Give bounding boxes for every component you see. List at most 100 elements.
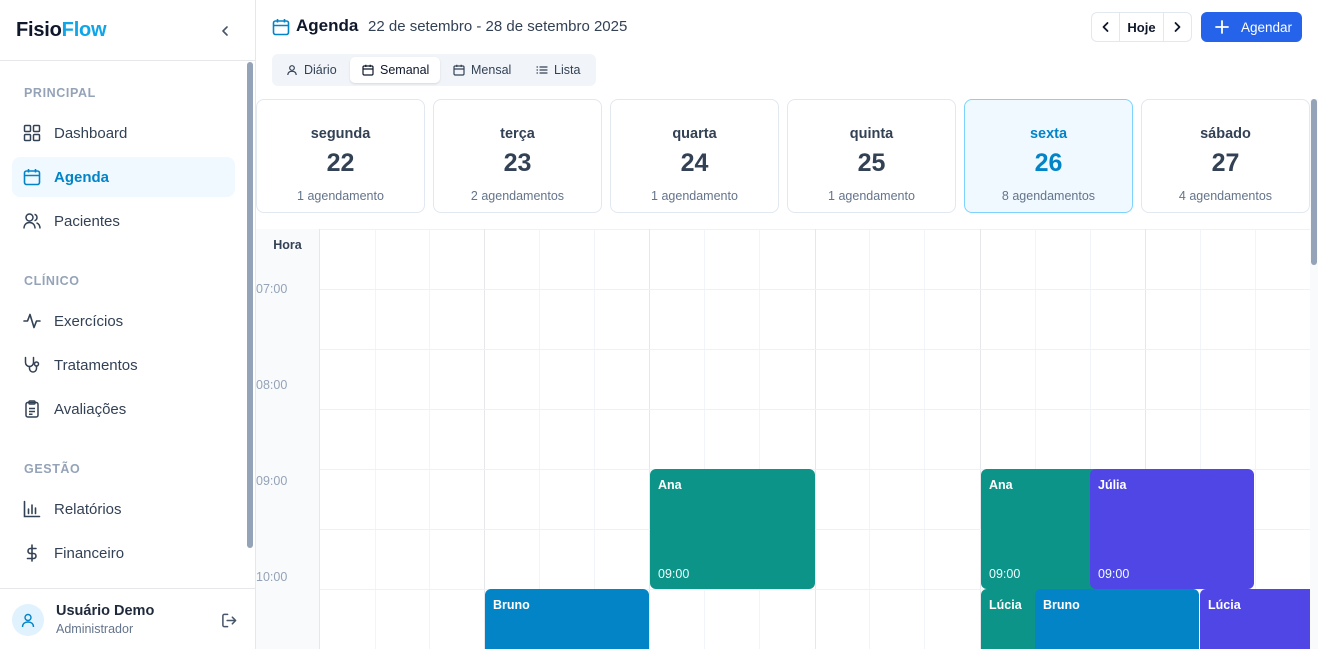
main-scrollbar[interactable] — [1310, 99, 1318, 649]
appointment-card[interactable]: Júlia 09:00 — [1090, 469, 1254, 589]
sidebar-item-exercicios[interactable]: Exercícios — [12, 301, 235, 341]
appointment-count: 1 agendamento — [828, 189, 915, 203]
hour-label: 07:00 — [256, 282, 288, 296]
user-icon — [21, 613, 35, 628]
page-title: Agenda — [296, 16, 359, 35]
day-card-terca[interactable]: terça 23 2 agendamentos — [433, 99, 602, 213]
grid-day-line — [484, 229, 485, 649]
next-week-button[interactable] — [1164, 13, 1191, 41]
calendar-icon — [272, 19, 290, 36]
calendar-icon — [362, 64, 374, 76]
grid-subcolumn-line — [375, 229, 376, 649]
tab-label: Mensal — [471, 63, 512, 77]
appointment-count: 1 agendamento — [651, 189, 738, 203]
grid-subcolumn-line — [869, 229, 870, 649]
sidebar-item-label: Dashboard — [54, 124, 128, 142]
section-label-gestao: GESTÃO — [24, 462, 81, 476]
day-card-sabado[interactable]: sábado 27 4 agendamentos — [1141, 99, 1310, 213]
user-name: Usuário Demo — [56, 603, 155, 619]
appointment-count: 1 agendamento — [297, 189, 384, 203]
appointment-count: 4 agendamentos — [1178, 189, 1273, 203]
day-card-segunda[interactable]: segunda 22 1 agendamento — [256, 99, 425, 213]
grid-hour-line — [320, 289, 1310, 290]
date-range: 22 de setembro - 28 de setembro 2025 — [368, 18, 628, 35]
previous-week-button[interactable] — [1092, 13, 1119, 41]
appointment-time: 09:00 — [1098, 567, 1130, 581]
appointment-count: 2 agendamentos — [470, 189, 565, 203]
calendar-icon — [453, 64, 465, 76]
appointment-card[interactable]: Ana 09:00 — [650, 469, 815, 589]
grid-top-border — [256, 229, 1310, 230]
patient-name: Lúcia — [1208, 598, 1241, 612]
brand-divider — [0, 60, 255, 61]
day-date: 27 — [1211, 149, 1240, 177]
sidebar-item-label: Avaliações — [54, 400, 127, 418]
sidebar-item-avaliacoes[interactable]: Avaliações — [12, 389, 235, 429]
appointment-count: 8 agendamentos — [1001, 189, 1096, 203]
day-date: 24 — [680, 149, 709, 177]
day-name: segunda — [310, 126, 371, 142]
patient-name: Lúcia — [989, 598, 1022, 612]
grid-subcolumn-line — [594, 229, 595, 649]
patient-name: Ana — [658, 478, 682, 492]
new-appointment-button[interactable]: Agendar — [1201, 12, 1302, 42]
grid-icon — [22, 123, 42, 143]
tab-lista[interactable]: Lista — [524, 57, 588, 83]
brand-name-part1: Fisio — [16, 19, 62, 41]
bar-chart-icon — [22, 499, 42, 519]
day-name: quinta — [849, 126, 894, 142]
sidebar-item-agenda[interactable]: Agenda — [12, 157, 235, 197]
logout-button[interactable] — [219, 610, 239, 630]
patient-name: Bruno — [1043, 598, 1080, 612]
sidebar: FisioFlow PRINCIPAL Dashboard Agenda Pac… — [0, 0, 256, 649]
tab-label: Semanal — [380, 63, 430, 77]
tab-diario[interactable]: Diário — [274, 57, 345, 83]
grid-hour-line — [320, 409, 1310, 410]
grid-day-line — [815, 229, 816, 649]
patient-name: Bruno — [493, 598, 530, 612]
patient-name: Ana — [989, 478, 1013, 492]
grid-subcolumn-line — [539, 229, 540, 649]
day-date: 25 — [857, 149, 886, 177]
sidebar-item-label: Pacientes — [54, 212, 120, 230]
hour-label: 08:00 — [256, 378, 288, 392]
clipboard-icon — [22, 399, 42, 419]
day-card-sexta[interactable]: sexta 26 8 agendamentos — [964, 99, 1133, 213]
brand-logo[interactable]: FisioFlow — [16, 19, 107, 42]
view-tabs: Diário Semanal Mensal Lista — [272, 54, 596, 86]
chevron-left-icon — [1102, 22, 1109, 32]
day-date: 22 — [326, 149, 355, 177]
sidebar-item-pacientes[interactable]: Pacientes — [12, 201, 235, 241]
hour-column: Hora 07:00 08:00 09:00 10:00 — [256, 229, 320, 649]
collapse-sidebar-button[interactable] — [214, 20, 236, 42]
sidebar-item-label: Tratamentos — [54, 356, 138, 374]
sidebar-item-financeiro[interactable]: Financeiro — [12, 533, 235, 573]
sidebar-item-relatorios[interactable]: Relatórios — [12, 489, 235, 529]
day-name: sábado — [1200, 126, 1251, 142]
grid-half-hour-line — [320, 349, 1310, 350]
plus-icon — [1215, 20, 1229, 34]
calendar-icon — [22, 167, 42, 187]
sidebar-scrollbar[interactable] — [247, 62, 253, 548]
tab-mensal[interactable]: Mensal — [441, 57, 519, 83]
day-card-quarta[interactable]: quarta 24 1 agendamento — [610, 99, 779, 213]
day-card-quinta[interactable]: quinta 25 1 agendamento — [787, 99, 956, 213]
sidebar-item-tratamentos[interactable]: Tratamentos — [12, 345, 235, 385]
avatar[interactable] — [12, 604, 44, 636]
appointment-card[interactable]: Lúcia — [1200, 589, 1310, 649]
appointment-card[interactable]: Bruno — [485, 589, 649, 649]
scrollbar-thumb[interactable] — [1311, 99, 1317, 265]
dollar-icon — [22, 543, 42, 563]
week-time-grid: Hora 07:00 08:00 09:00 10:00 Ana 09:00 A… — [256, 229, 1310, 649]
grid-subcolumn-line — [429, 229, 430, 649]
sidebar-item-label: Relatórios — [54, 500, 122, 518]
appointment-card[interactable]: Bruno — [1035, 589, 1199, 649]
grid-subcolumn-line — [1255, 229, 1256, 649]
grid-subcolumn-line — [924, 229, 925, 649]
tab-semanal[interactable]: Semanal — [350, 57, 440, 83]
sidebar-item-label: Financeiro — [54, 544, 125, 562]
today-button[interactable]: Hoje — [1119, 13, 1164, 41]
sidebar-item-dashboard[interactable]: Dashboard — [12, 113, 235, 153]
appointment-card[interactable]: Ana 09:00 — [981, 469, 1101, 589]
chevron-right-icon — [1174, 22, 1181, 32]
